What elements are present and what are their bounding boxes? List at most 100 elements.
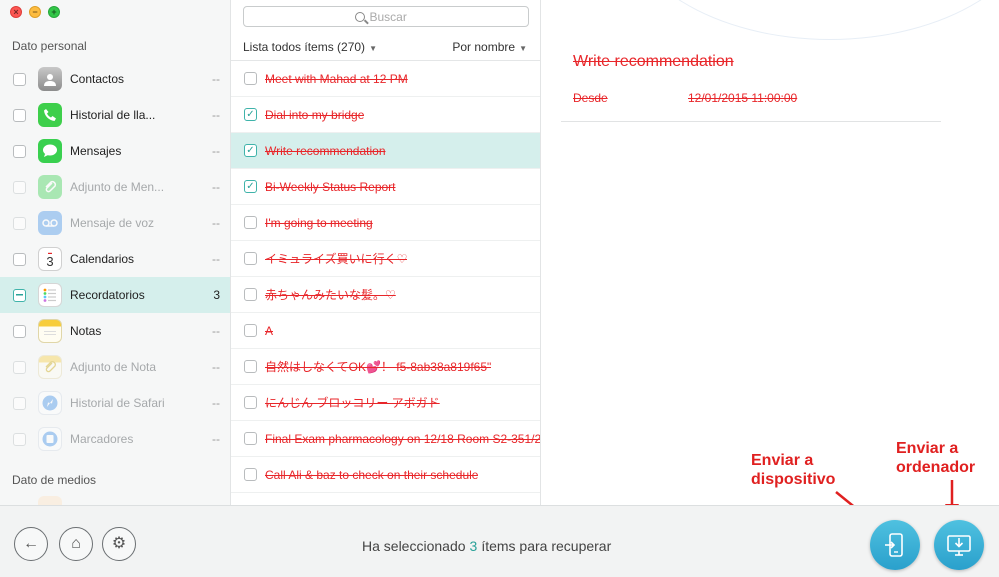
minimize-window-button[interactable]: − [29, 6, 41, 18]
sidebar-item-voicemail[interactable]: Mensaje de voz -- [0, 205, 230, 241]
item-title: 自然はしなくてOK💕！ f5-8ab38a819f65" [265, 360, 492, 374]
category-checkbox[interactable] [13, 360, 26, 374]
item-checkbox[interactable] [244, 432, 257, 445]
send-to-device-icon [885, 533, 903, 557]
section-header-personal: Dato personal [12, 39, 87, 53]
bookmarks-icon [38, 427, 62, 451]
home-button[interactable]: ⌂ [59, 527, 93, 561]
item-checkbox[interactable] [244, 72, 257, 85]
annotation-send-to-device: Enviar a dispositivo [751, 451, 835, 489]
list-item[interactable]: ✓ Write recommendation [231, 133, 540, 169]
annotation-line: dispositivo [751, 471, 836, 488]
detail-field-label: Desde [573, 91, 608, 105]
item-title: A [265, 323, 274, 338]
search-box[interactable] [243, 6, 529, 27]
sidebar-item-call-history[interactable]: Historial de lla... -- [0, 97, 230, 133]
list-header: Lista todos ítems (270) ▼ Por nombre ▼ [231, 36, 540, 61]
item-checkbox[interactable] [244, 252, 257, 265]
sidebar-item-note-attachments[interactable]: Adjunto de Nota -- [0, 349, 230, 385]
item-checkbox[interactable]: ✓ [244, 144, 257, 157]
annotation-line: Enviar a [896, 440, 959, 457]
checkmark-icon: ✓ [246, 180, 255, 192]
list-item[interactable]: ✓ Bi-Weekly Status Report [231, 169, 540, 205]
sidebar-item-messages[interactable]: Mensajes -- [0, 133, 230, 169]
photos-icon [38, 496, 62, 505]
filter-dropdown[interactable]: Lista todos ítems (270) ▼ [243, 40, 377, 54]
status-prefix: Ha seleccionado [362, 538, 466, 554]
sidebar-item-label: Adjunto de Nota [70, 360, 157, 374]
sidebar-item-label: Historial de Safari [70, 396, 165, 410]
list-item[interactable]: A [231, 313, 540, 349]
item-checkbox[interactable]: ✓ [244, 108, 257, 121]
item-checkbox[interactable]: ✓ [244, 180, 257, 193]
sidebar: × − + Dato personal Contactos -- Histori… [0, 0, 231, 505]
item-count: -- [212, 432, 220, 446]
item-checkbox[interactable] [244, 324, 257, 337]
selection-status: Ha seleccionado 3 ítems para recuperar [362, 538, 611, 554]
item-title: Call Ali & baz to check on their schedul… [265, 467, 479, 482]
item-count: -- [212, 180, 220, 194]
sidebar-item-safari-history[interactable]: Historial de Safari -- [0, 385, 230, 421]
category-checkbox[interactable] [13, 180, 26, 194]
item-title: Final Exam pharmacology on 12/18 Room S2… [265, 431, 541, 446]
list-item[interactable]: Meet with Mahad at 12 PM [231, 61, 540, 97]
list-item[interactable]: Final Exam pharmacology on 12/18 Room S2… [231, 421, 541, 457]
list-item[interactable]: イミュライズ買いに行く♡ [231, 241, 540, 277]
send-to-computer-button[interactable] [934, 520, 984, 570]
sidebar-item-contacts[interactable]: Contactos -- [0, 61, 230, 97]
sidebar-item-calendars[interactable]: ▬ 3 Calendarios -- [0, 241, 230, 277]
sidebar-item-notes[interactable]: Notas -- [0, 313, 230, 349]
item-checkbox[interactable] [244, 468, 257, 481]
send-to-device-button[interactable] [870, 520, 920, 570]
maximize-window-button[interactable]: + [48, 6, 60, 18]
footer-bar: ← ⌂ ⚙ Ha seleccionado 3 ítems para recuper… [0, 505, 999, 577]
search-input[interactable] [369, 9, 418, 24]
list-item[interactable]: 赤ちゃんみたいな髪。♡ [231, 277, 540, 313]
sort-dropdown[interactable]: Por nombre ▼ [452, 40, 527, 54]
message-attachment-icon [38, 175, 62, 199]
list-item[interactable]: Call Ali & baz to check on their schedul… [231, 457, 540, 493]
item-title: Bi-Weekly Status Report [265, 179, 396, 194]
list-item[interactable]: 自然はしなくてOK💕！ f5-8ab38a819f65" [231, 349, 540, 385]
send-to-computer-icon [947, 535, 971, 556]
category-checkbox[interactable] [13, 432, 26, 446]
item-checkbox[interactable] [244, 396, 257, 409]
reminders-list-panel: Lista todos ítems (270)▼ Por nombre▼ Mee… [231, 0, 541, 505]
safari-icon [38, 391, 62, 415]
item-count: -- [212, 108, 220, 122]
home-icon: ⌂ [71, 535, 81, 552]
sidebar-item-bookmarks[interactable]: Marcadores -- [0, 421, 230, 457]
checkmark-icon: ✓ [246, 144, 255, 156]
item-checkbox[interactable] [244, 288, 257, 301]
category-checkbox[interactable] [13, 396, 26, 410]
category-checkbox[interactable] [13, 216, 26, 230]
settings-button[interactable]: ⚙ [102, 527, 136, 561]
sidebar-item-reminders[interactable]: Recordatorios 3 [0, 277, 230, 313]
category-checkbox[interactable] [13, 72, 26, 86]
item-checkbox[interactable] [244, 360, 257, 373]
category-checkbox[interactable] [13, 108, 26, 122]
detail-field-value: 12/01/2015 11:00:00 [688, 91, 798, 105]
item-count: -- [212, 324, 220, 338]
category-checkbox[interactable] [13, 288, 26, 302]
item-title: 赤ちゃんみたいな髪。♡ [265, 288, 396, 302]
category-checkbox[interactable] [13, 252, 26, 266]
category-checkbox[interactable] [13, 144, 26, 158]
back-button[interactable]: ← [14, 527, 48, 561]
close-window-button[interactable]: × [10, 6, 22, 18]
item-checkbox[interactable] [244, 216, 257, 229]
item-title: Dial into my bridge [265, 107, 365, 122]
list-item[interactable]: にんじん ブロッコリー アボガド [231, 385, 540, 421]
list-item[interactable]: I'm going to meeting [231, 205, 540, 241]
chevron-down-icon: ▼ [519, 44, 527, 53]
category-list: Contactos -- Historial de lla... -- Mens… [0, 61, 230, 457]
reminders-icon [38, 283, 62, 307]
sidebar-item-message-attachments[interactable]: Adjunto de Men... -- [0, 169, 230, 205]
category-checkbox[interactable] [13, 324, 26, 338]
filter-label: Lista todos ítems (270) [243, 40, 366, 54]
phone-icon [38, 103, 62, 127]
sidebar-item-label: Notas [70, 324, 102, 338]
detail-title: Write recommendation [573, 53, 734, 70]
list-item[interactable]: ✓ Dial into my bridge [231, 97, 540, 133]
item-count: 3 [213, 288, 220, 302]
